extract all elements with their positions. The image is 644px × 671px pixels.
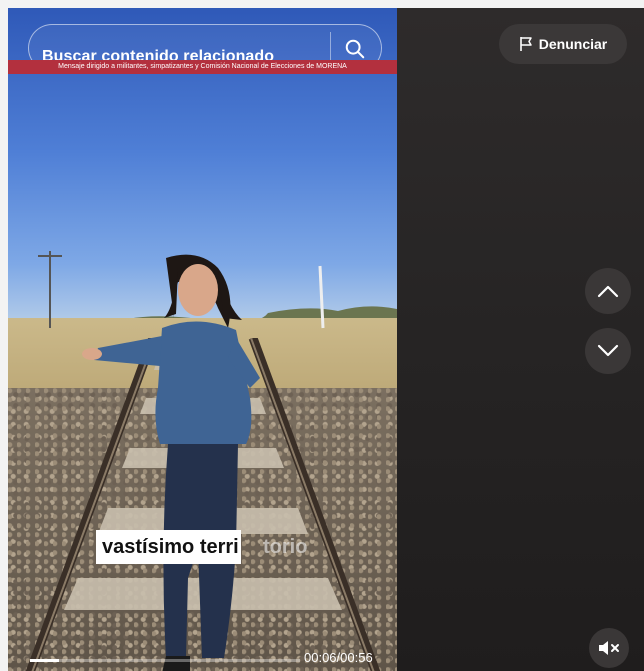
flag-icon [519,37,532,51]
search-icon[interactable] [344,38,366,60]
message-banner: Mensaje dirigido a militantes, simpatiza… [8,60,397,74]
playback-time: 00:06/00:56 [304,650,373,665]
report-button[interactable]: Denunciar [499,24,627,64]
woman-walking [82,254,260,671]
subtitle-caption: vastísimo terri [96,530,241,564]
chevron-up-icon [597,285,619,298]
progress-bar[interactable] [30,659,300,662]
chevron-down-icon [597,344,619,357]
progress-fill [30,659,59,662]
volume-muted-icon [599,641,619,655]
duration: 00:56 [340,650,373,665]
current-time: 00:06 [304,650,337,665]
subtitle-caption-upcoming: torio [263,536,308,558]
previous-video-button[interactable] [585,268,631,314]
video-player[interactable]: Buscar contenido relacionado Mensaje dir… [8,8,397,671]
mute-button[interactable] [589,628,629,668]
report-label: Denunciar [538,36,608,52]
next-video-button[interactable] [585,328,631,374]
